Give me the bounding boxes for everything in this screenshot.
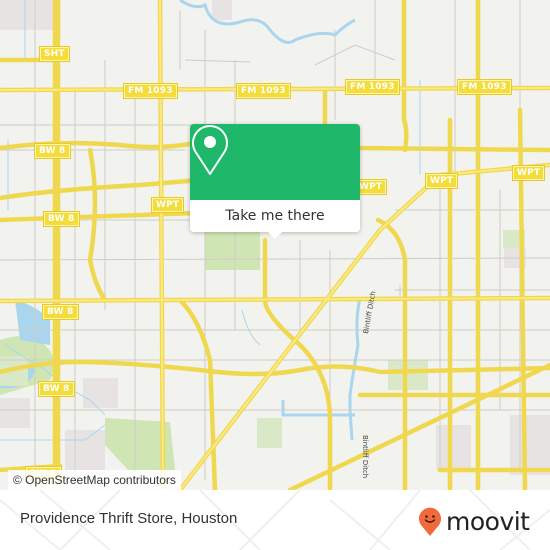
popup-header xyxy=(190,124,360,200)
road-shield-fm1093: FM 1093 xyxy=(345,79,400,95)
urban-area xyxy=(0,398,30,428)
road-shield-bw8: BW 8 xyxy=(43,211,80,227)
urban-area xyxy=(436,425,471,470)
waterway-label: Bintliff Ditch xyxy=(361,435,369,479)
moovit-logo[interactable]: moovit xyxy=(418,505,530,539)
urban-area xyxy=(0,0,55,30)
map-pin-icon xyxy=(192,125,228,175)
location-popup: Take me there xyxy=(190,124,360,239)
bayou xyxy=(179,0,356,44)
road-shield-fm1093: FM 1093 xyxy=(123,83,178,99)
road-shield-bw8: BW 8 xyxy=(42,304,79,320)
major-road-casing xyxy=(0,0,550,490)
road-shield-fm1093: FM 1093 xyxy=(457,79,512,95)
moovit-smiley-pin-icon xyxy=(419,507,441,536)
popup-pointer xyxy=(268,232,282,239)
urban-area xyxy=(510,415,550,475)
road-shield-wpt: WPT xyxy=(150,197,185,213)
urban-area xyxy=(65,430,105,470)
place-title: Providence Thrift Store, Houston xyxy=(20,510,238,527)
park-area xyxy=(388,360,428,390)
road-shield-fm1093: FM 1093 xyxy=(236,83,291,99)
road-shield-bw8: BW 8 xyxy=(38,381,75,397)
take-me-there-button[interactable]: Take me there xyxy=(190,200,360,232)
road-shield-bw8: BW 8 xyxy=(34,143,71,159)
ditch xyxy=(281,400,355,417)
bintliff-ditch xyxy=(348,297,362,410)
urban-area xyxy=(212,0,232,20)
map-layer xyxy=(0,0,550,490)
bintliff-ditch xyxy=(348,409,354,441)
major-road-fill xyxy=(0,0,550,490)
road-shield-wpt: WPT xyxy=(424,173,459,189)
moovit-logo-text: moovit xyxy=(446,507,530,536)
map-attribution[interactable]: © OpenStreetMap contributors xyxy=(8,470,181,490)
park-area xyxy=(257,418,282,448)
road-shield-sht: SHT xyxy=(39,46,70,62)
road-shield-wpt: WPT xyxy=(511,165,546,181)
urban-area xyxy=(83,378,118,408)
stream xyxy=(241,309,261,346)
map-canvas[interactable]: SHT FM 1093 FM 1093 FM 1093 FM 1093 BW 8… xyxy=(0,0,550,490)
minor-road-layer xyxy=(0,0,550,480)
